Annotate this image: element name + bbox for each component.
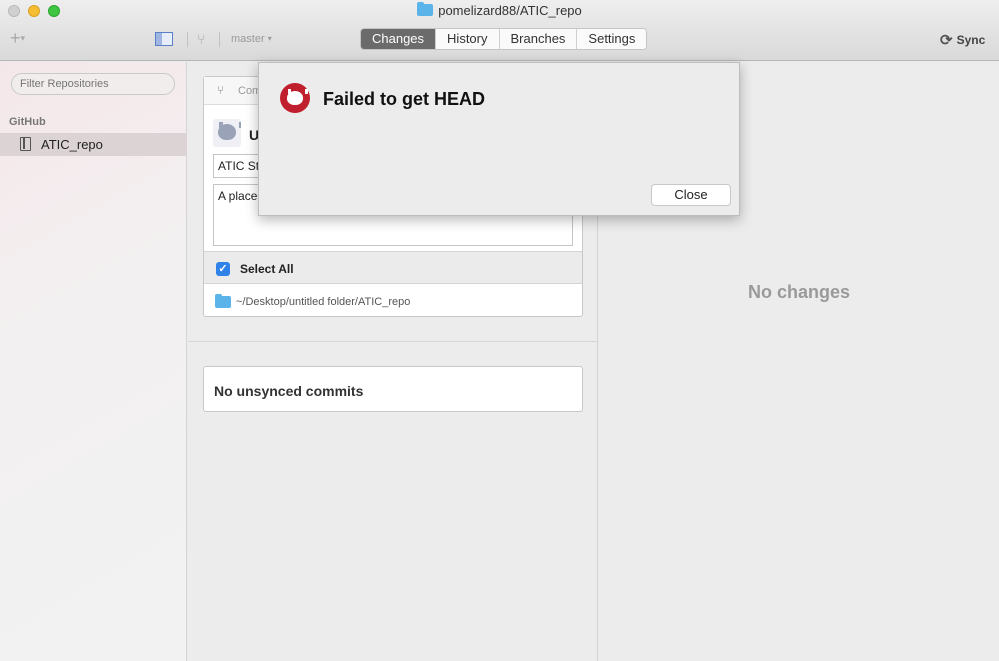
branch-selector[interactable]: master ▾ [231, 33, 272, 45]
folder-icon [417, 2, 434, 16]
no-changes-label: No changes [747, 282, 851, 302]
branch-icon: ⑂ [217, 83, 225, 97]
toolbar: pomelizard88/ATIC_repo +▾ ⑂ master ▾ Cha… [0, 0, 999, 61]
unsynced-commits-label: No unsynced commits [214, 383, 364, 399]
window-title-text: pomelizard88/ATIC_repo [438, 3, 582, 18]
window-title: pomelizard88/ATIC_repo [0, 2, 999, 18]
folder-icon [215, 294, 231, 308]
tab-history[interactable]: History [435, 29, 499, 49]
repository-name: ATIC_repo [41, 137, 103, 152]
repository-path-row[interactable]: ~/Desktop/untitled folder/ATIC_repo [204, 285, 582, 316]
repository-sidebar: GitHub ATIC_repo [0, 62, 187, 661]
sync-label: Sync [956, 33, 986, 47]
select-all-row: ✓ Select All [204, 251, 582, 284]
dialog-title: Failed to get HEAD [323, 89, 486, 109]
unsynced-commits-panel: No unsynced commits [203, 366, 583, 412]
add-menu-button[interactable]: +▾ [10, 28, 26, 48]
branch-create-icon[interactable]: ⑂ [197, 31, 205, 47]
tab-changes[interactable]: Changes [361, 29, 436, 49]
chevron-down-icon: ▾ [20, 33, 26, 43]
error-dialog: Failed to get HEAD Close [258, 62, 740, 216]
avatar [213, 119, 241, 147]
github-octocat-icon [280, 83, 310, 113]
tab-settings[interactable]: Settings [576, 29, 647, 49]
plus-icon: + [10, 28, 21, 48]
repository-path: ~/Desktop/untitled folder/ATIC_repo [236, 296, 411, 308]
repository-icon [20, 137, 31, 151]
tab-branches[interactable]: Branches [498, 29, 577, 49]
branch-selector-label: master [231, 33, 265, 45]
pane-divider [188, 341, 598, 342]
view-tabs: Changes History Branches Settings [360, 28, 648, 50]
toolbar-divider [219, 32, 220, 47]
sync-button[interactable]: ⟳ Sync [940, 31, 985, 49]
select-all-label[interactable]: Select All [240, 262, 294, 276]
close-button[interactable]: Close [651, 184, 731, 206]
sidebar-toggle-icon[interactable] [155, 32, 173, 46]
toolbar-divider [187, 32, 188, 47]
chevron-down-icon: ▾ [267, 34, 272, 43]
filter-repositories-input[interactable] [11, 73, 175, 95]
select-all-checkbox[interactable]: ✓ [216, 262, 230, 276]
sidebar-item-atic-repo[interactable]: ATIC_repo [0, 133, 187, 156]
sidebar-section-label: GitHub [9, 116, 46, 128]
sync-icon: ⟳ [940, 32, 953, 49]
